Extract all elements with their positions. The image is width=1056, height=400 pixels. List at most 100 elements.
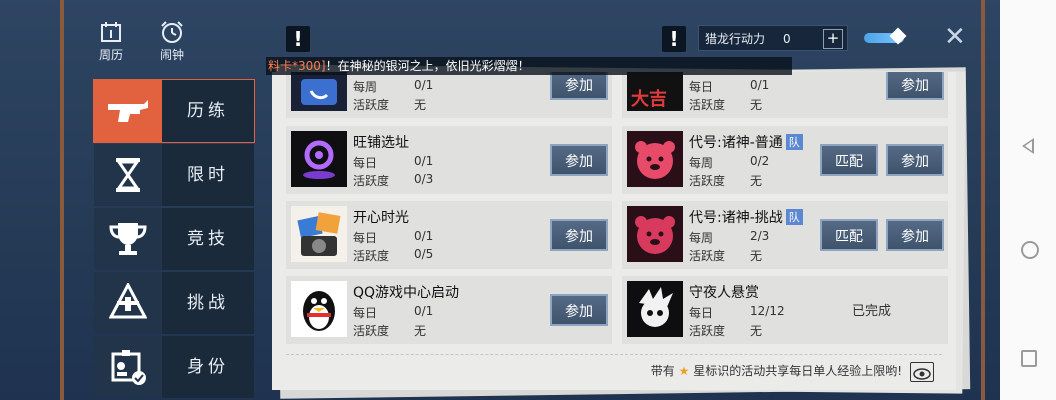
match-button[interactable]: 匹配 bbox=[820, 144, 878, 176]
stamina-plus-button[interactable]: + bbox=[823, 29, 843, 49]
join-button[interactable]: 参加 bbox=[886, 144, 944, 176]
activity-points-label: 活跃度 bbox=[689, 98, 726, 112]
activity-list: 每周 0/1 活跃度 无 参加 大吉 每日 0/1 活跃度 无 参加 旺铺选址 … bbox=[286, 72, 948, 352]
frequency-value: 0/1 bbox=[414, 78, 434, 92]
activity-image bbox=[627, 131, 683, 187]
activity-image bbox=[627, 206, 683, 262]
gun-icon bbox=[94, 80, 162, 142]
activity-title: 守夜人悬赏 bbox=[689, 285, 759, 301]
activity-image bbox=[291, 281, 347, 337]
activity-card[interactable]: 守夜人悬赏 每日 12/12 活跃度 无 已完成 bbox=[622, 276, 948, 344]
activity-title: 旺铺选址 bbox=[353, 135, 409, 151]
activity-card[interactable]: QQ游戏中心启动 每日 0/1 活跃度 无 参加 bbox=[286, 276, 612, 344]
team-badge: 队 bbox=[785, 209, 803, 225]
activity-points-label: 活跃度 bbox=[353, 249, 390, 263]
join-button[interactable]: 参加 bbox=[550, 144, 608, 176]
activity-points-value: 0/5 bbox=[414, 247, 434, 261]
activity-image-text: 大吉 bbox=[631, 89, 667, 110]
activity-card[interactable]: 每周 0/1 活跃度 无 参加 bbox=[286, 72, 612, 118]
alarm-label: 闹钟 bbox=[159, 48, 184, 62]
frequency-value: 0/1 bbox=[414, 229, 434, 243]
activity-image bbox=[291, 72, 347, 111]
activity-points-value: 无 bbox=[750, 324, 763, 338]
frequency-value: 0/1 bbox=[414, 304, 434, 318]
activity-title-text: 代号:诸神-挑战 bbox=[689, 210, 783, 226]
activity-title-text: 代号:诸神-普通 bbox=[689, 135, 783, 151]
ticker-highlight: 料卡*300] bbox=[268, 59, 326, 73]
star-icon: ★ bbox=[678, 364, 690, 378]
sidebar-item-training[interactable]: 历练 bbox=[93, 79, 255, 143]
id-badge-icon bbox=[94, 336, 162, 398]
activity-card[interactable]: 代号:诸神-普通队 每周 0/2 活跃度 无 匹配 参加 bbox=[622, 126, 948, 194]
recents-nav-icon[interactable] bbox=[1021, 350, 1037, 367]
category-sidebar: 历练 限时 竞技 挑战 身份 bbox=[93, 79, 255, 400]
join-button[interactable]: 参加 bbox=[550, 219, 608, 251]
activity-points-label: 活跃度 bbox=[353, 98, 390, 112]
eye-icon[interactable] bbox=[910, 362, 934, 382]
frequency-label: 每日 bbox=[353, 306, 378, 320]
frequency-label: 每周 bbox=[689, 156, 714, 170]
sidebar-item-label: 挑战 bbox=[187, 293, 229, 313]
join-button[interactable]: 参加 bbox=[550, 294, 608, 326]
sidebar-item-label: 历练 bbox=[187, 101, 229, 121]
home-nav-icon[interactable] bbox=[1021, 241, 1039, 259]
stamina-label: 猎龙行动力 bbox=[705, 32, 766, 46]
activity-board: 每周 0/1 活跃度 无 参加 大吉 每日 0/1 活跃度 无 参加 旺铺选址 … bbox=[272, 72, 956, 390]
join-button[interactable]: 参加 bbox=[886, 72, 944, 100]
activity-points-value: 无 bbox=[750, 249, 763, 263]
close-icon[interactable]: ✕ bbox=[944, 24, 966, 50]
activity-card[interactable]: 开心时光 每日 0/1 活跃度 0/5 参加 bbox=[286, 201, 612, 269]
activity-image bbox=[291, 206, 347, 262]
frequency-value: 2/3 bbox=[750, 229, 770, 243]
frequency-value: 12/12 bbox=[750, 304, 785, 318]
footer-text: 星标识的活动共享每日单人经验上限哟! bbox=[693, 364, 902, 378]
activity-title: 代号:诸神-挑战队 bbox=[689, 207, 803, 227]
footer-prefix: 带有 bbox=[650, 364, 675, 378]
frequency-value: 0/1 bbox=[414, 154, 434, 168]
join-button[interactable]: 参加 bbox=[550, 72, 608, 100]
activity-points-value: 无 bbox=[750, 174, 763, 188]
sidebar-item-identity[interactable]: 身份 bbox=[94, 336, 254, 398]
frequency-label: 每周 bbox=[353, 80, 378, 94]
activity-points-label: 活跃度 bbox=[689, 324, 726, 338]
activity-card[interactable]: 大吉 每日 0/1 活跃度 无 参加 bbox=[622, 72, 948, 118]
trophy-icon bbox=[94, 208, 162, 270]
stamina-bar: 猎龙行动力 0 + bbox=[698, 25, 848, 51]
activity-points-value: 无 bbox=[414, 98, 427, 112]
alert-icon[interactable]: ! bbox=[286, 26, 310, 52]
frequency-label: 每日 bbox=[353, 156, 378, 170]
activity-image bbox=[291, 131, 347, 187]
frequency-value: 0/2 bbox=[750, 154, 770, 168]
system-nav-bar bbox=[1000, 0, 1056, 400]
frequency-label: 每日 bbox=[689, 80, 714, 94]
calendar-button[interactable]: 周历 bbox=[94, 20, 128, 63]
sidebar-item-label: 身份 bbox=[187, 357, 229, 377]
match-button[interactable]: 匹配 bbox=[820, 219, 878, 251]
activity-image bbox=[627, 281, 683, 337]
activity-points-label: 活跃度 bbox=[689, 249, 726, 263]
ticker-text: ！在神秘的银河之上，依旧光彩熠熠！ bbox=[325, 59, 530, 73]
frequency-value: 0/1 bbox=[750, 78, 770, 92]
stamina-alert-icon[interactable]: ! bbox=[662, 26, 686, 52]
challenge-icon bbox=[94, 272, 162, 334]
sidebar-item-limited[interactable]: 限时 bbox=[94, 144, 254, 206]
activity-image: 大吉 bbox=[627, 72, 683, 111]
join-button[interactable]: 参加 bbox=[886, 219, 944, 251]
alarm-button[interactable]: 闹钟 bbox=[155, 20, 189, 63]
activity-points-label: 活跃度 bbox=[689, 174, 726, 188]
sidebar-item-challenge[interactable]: 挑战 bbox=[94, 272, 254, 334]
news-ticker: 料卡*300]！在神秘的银河之上，依旧光彩熠熠！ bbox=[266, 57, 792, 75]
activity-card[interactable]: 旺铺选址 每日 0/1 活跃度 0/3 参加 bbox=[286, 126, 612, 194]
activity-points-label: 活跃度 bbox=[353, 324, 390, 338]
activity-title: 代号:诸神-普通队 bbox=[689, 132, 803, 152]
activity-points-value: 0/3 bbox=[414, 172, 434, 186]
calendar-label: 周历 bbox=[98, 48, 123, 62]
sidebar-item-compete[interactable]: 竞技 bbox=[94, 208, 254, 270]
activity-card[interactable]: 代号:诸神-挑战队 每周 2/3 活跃度 无 匹配 参加 bbox=[622, 201, 948, 269]
activity-title: 开心时光 bbox=[353, 210, 409, 226]
sidebar-item-label: 竞技 bbox=[187, 229, 229, 249]
frequency-label: 每日 bbox=[353, 231, 378, 245]
sidebar-item-label: 限时 bbox=[187, 165, 229, 185]
frequency-label: 每周 bbox=[689, 231, 714, 245]
activity-points-label: 活跃度 bbox=[353, 174, 390, 188]
